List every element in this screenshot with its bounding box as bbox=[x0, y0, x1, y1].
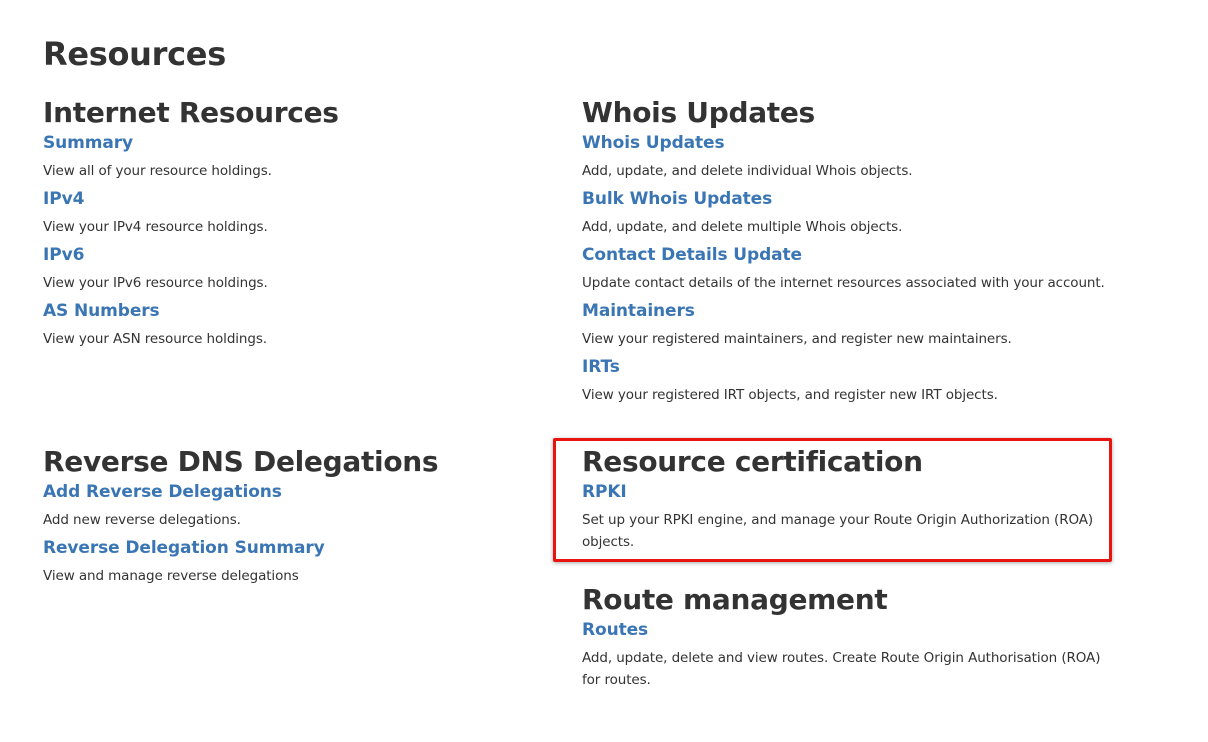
contact-details-update-link[interactable]: Contact Details Update bbox=[582, 244, 1142, 266]
rpki-link[interactable]: RPKI bbox=[582, 481, 1102, 503]
whois-updates-section: Whois Updates Whois Updates Add, update,… bbox=[582, 96, 1142, 412]
maintainers-link[interactable]: Maintainers bbox=[582, 300, 1142, 322]
reverse-dns-heading: Reverse DNS Delegations bbox=[43, 445, 439, 478]
summary-link[interactable]: Summary bbox=[43, 132, 523, 154]
whois-updates-heading: Whois Updates bbox=[582, 96, 815, 129]
add-reverse-delegations-link[interactable]: Add Reverse Delegations bbox=[43, 481, 523, 503]
route-management-section: Route management Routes Add, update, del… bbox=[582, 583, 1122, 697]
reverse-delegation-summary-description: View and manage reverse delegations bbox=[43, 568, 299, 584]
page-title: Resources bbox=[43, 35, 226, 73]
internet-resources-heading: Internet Resources bbox=[43, 96, 339, 129]
whois-updates-description: Add, update, and delete individual Whois… bbox=[582, 163, 913, 179]
irts-link[interactable]: IRTs bbox=[582, 356, 1142, 378]
ipv4-link[interactable]: IPv4 bbox=[43, 188, 523, 210]
routes-description: Add, update, delete and view routes. Cre… bbox=[582, 650, 1101, 688]
resource-certification-section: Resource certification RPKI Set up your … bbox=[582, 445, 1102, 559]
as-numbers-link[interactable]: AS Numbers bbox=[43, 300, 523, 322]
resource-certification-heading: Resource certification bbox=[582, 445, 923, 478]
rpki-description: Set up your RPKI engine, and manage your… bbox=[582, 512, 1094, 550]
reverse-dns-section: Reverse DNS Delegations Add Reverse Dele… bbox=[43, 445, 523, 593]
maintainers-description: View your registered maintainers, and re… bbox=[582, 331, 1012, 347]
summary-description: View all of your resource holdings. bbox=[43, 163, 272, 179]
ipv6-link[interactable]: IPv6 bbox=[43, 244, 523, 266]
irts-description: View your registered IRT objects, and re… bbox=[582, 387, 998, 403]
ipv6-description: View your IPv6 resource holdings. bbox=[43, 275, 268, 291]
internet-resources-section: Internet Resources Summary View all of y… bbox=[43, 96, 523, 356]
add-reverse-delegations-description: Add new reverse delegations. bbox=[43, 512, 241, 528]
bulk-whois-updates-description: Add, update, and delete multiple Whois o… bbox=[582, 219, 903, 235]
as-numbers-description: View your ASN resource holdings. bbox=[43, 331, 267, 347]
whois-updates-link[interactable]: Whois Updates bbox=[582, 132, 1142, 154]
contact-details-update-description: Update contact details of the internet r… bbox=[582, 275, 1105, 291]
reverse-delegation-summary-link[interactable]: Reverse Delegation Summary bbox=[43, 537, 523, 559]
routes-link[interactable]: Routes bbox=[582, 619, 1122, 641]
bulk-whois-updates-link[interactable]: Bulk Whois Updates bbox=[582, 188, 1142, 210]
ipv4-description: View your IPv4 resource holdings. bbox=[43, 219, 268, 235]
route-management-heading: Route management bbox=[582, 583, 888, 616]
